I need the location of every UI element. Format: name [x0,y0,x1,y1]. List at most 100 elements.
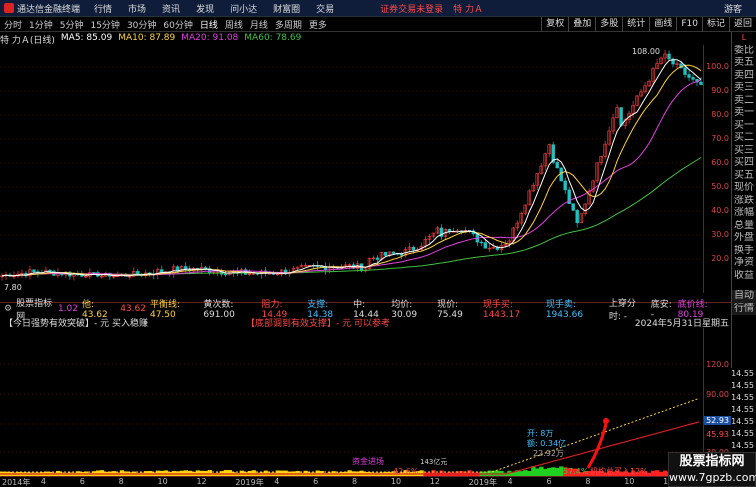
time-price: 14.55 [731,381,754,390]
sidebar-item-turnover[interactable]: 换手 [732,245,756,258]
sidebar-item-quote[interactable]: 行情 [732,302,756,315]
candle-body [391,251,396,254]
candle-body [563,180,567,191]
candle-body [223,273,228,276]
price-tick: 50.0 [711,182,729,191]
sidebar-item-change-pct[interactable]: 涨幅 [732,207,756,220]
period-fs[interactable]: 分时 [4,18,22,31]
period-day[interactable]: 日线 [200,18,218,31]
time-tick: 10 [624,477,635,486]
sidebar-item-sell2[interactable]: 卖二 [732,95,756,108]
signal-date: 2024年5月31日星期五 [634,318,729,329]
low-price-label: 7.80 [4,283,22,292]
indicator-tick: 90.00 [706,390,729,399]
ma10-line [1,64,702,277]
candle-body [383,251,388,256]
current-value-badge: 52.93 [704,416,731,425]
sidebar-item-price[interactable]: 现价 [732,182,756,195]
sidebar-item-sell5[interactable]: 卖五 [732,57,756,70]
period-15m[interactable]: 15分钟 [90,18,119,31]
price-tick: 60.0 [711,158,729,167]
indicator-line [0,397,700,473]
sidebar-item-change[interactable]: 涨跌 [732,195,756,208]
mark-button[interactable]: 标记 [701,16,729,32]
restore-rights-button[interactable]: 复权 [541,16,568,32]
sidebar-item-outer[interactable]: 外盘 [732,232,756,245]
time-tick: 10 [390,477,402,486]
time-tick: 6 [79,477,85,486]
menu-quotes[interactable]: 行情 [94,2,112,15]
stats-button[interactable]: 统计 [622,16,649,32]
period-5m[interactable]: 5分钟 [60,18,84,31]
period-more[interactable]: 更多 [309,18,327,31]
time-tick: 2019年 [468,478,498,487]
candle-body [204,267,208,269]
ma10-value: MA10: 87.89 [118,33,176,43]
menu-discover[interactable]: 发现 [196,2,214,15]
back-button[interactable]: 返回 [728,16,756,32]
indicator-bar [547,467,552,476]
period-60m[interactable]: 60分钟 [163,18,192,31]
volume-label: 143亿元 [420,457,447,466]
current-value-2: 45.93 [706,430,729,439]
indicator-chart[interactable]: 开: 8万 额: 0.34亿 22.92万 资金进场 143亿元 42.6% 5… [0,328,703,478]
ma-legend: 特 力Ａ(日线) MA5: 85.09 MA10: 87.89 MA20: 91… [0,33,302,46]
ma60-line [1,157,702,277]
time-tick: 8 [585,477,591,486]
menu-market[interactable]: 市场 [128,2,146,15]
sidebar-item-buy1[interactable]: 买一 [732,120,756,133]
candle-body [691,77,695,80]
multi-stock-button[interactable]: 多股 [595,16,622,32]
signal-left: 【今日强势有效突破】- 元 买入稳赚 [4,318,148,329]
period-month[interactable]: 月线 [250,18,268,31]
sidebar-item-sell1[interactable]: 卖一 [732,107,756,120]
draw-line-button[interactable]: 画线 [649,16,676,32]
sidebar-item-volume[interactable]: 总量 [732,220,756,233]
sidebar-item-weibi[interactable]: 委比 [732,45,756,58]
sidebar-item-buy2[interactable]: 买二 [732,132,756,145]
candle-body [32,269,36,272]
candle-body [667,53,671,60]
open-volume-label: 开: 8万 [527,429,553,438]
sidebar-item-buy3[interactable]: 买三 [732,145,756,158]
app-logo-icon [4,3,14,13]
capital-entry-label: 资金进场 [352,456,384,466]
menu-news[interactable]: 资讯 [162,2,180,15]
time-tick: 2019年 [235,478,264,487]
candle-body [48,269,52,272]
arrow-indicator-tip [603,418,609,424]
sidebar-item-sell3[interactable]: 卖三 [732,82,756,95]
menu-wealth[interactable]: 财富圈 [273,2,300,15]
period-multi[interactable]: 多周期 [275,18,302,31]
kline-chart[interactable]: 108.00 7.80 [0,45,703,293]
period-week[interactable]: 周线 [225,18,243,31]
indicator-grid [0,363,703,453]
menu-trade[interactable]: 交易 [316,2,334,15]
app-title: 通达信金融终端 [17,4,81,15]
price-tick: 80.0 [711,110,729,119]
price-tick: 20.0 [711,254,729,263]
arrow-indicator [586,423,608,469]
indicator-icon[interactable]: ⚙ [4,304,12,314]
sidebar-item-auto[interactable]: 自动 [732,290,756,303]
ma20-value: MA20: 91.08 [181,33,239,43]
time-tick: 6 [313,477,319,486]
ma60-value: MA60: 78.69 [244,33,302,43]
overlay-button[interactable]: 叠加 [568,16,595,32]
sidebar-item-buy4[interactable]: 买四 [732,157,756,170]
sidebar-item-net-asset[interactable]: 净资 [732,257,756,270]
indicator-value: 43.62 [120,303,146,314]
candle-body [699,81,703,85]
time-tick: 12 [196,477,207,486]
f10-button[interactable]: F10 [676,16,702,32]
sidebar-item-buy5[interactable]: 买五 [732,170,756,183]
user-label[interactable]: 游客 [724,2,742,15]
sidebar-item-sell4[interactable]: 卖四 [732,70,756,83]
trade-login-warning[interactable]: 证券交易未登录 [380,2,443,15]
menu-ask[interactable]: 问小达 [230,2,257,15]
period-1m[interactable]: 1分钟 [29,18,53,31]
sidebar-item-earnings[interactable]: 收益 [732,270,756,283]
period-30m[interactable]: 30分钟 [127,18,156,31]
ma5-line [1,59,702,277]
candle-body [555,162,559,169]
